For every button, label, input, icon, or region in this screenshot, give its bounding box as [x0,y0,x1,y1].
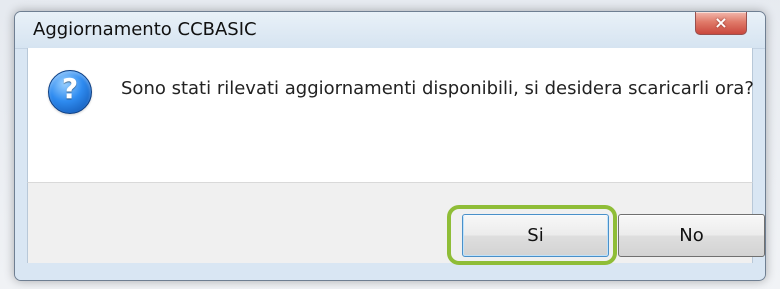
dialog-title: Aggiornamento CCBASIC [33,19,257,40]
question-icon [48,70,92,114]
close-icon: × [714,13,728,32]
message-panel [27,48,753,182]
bottom-frame [15,263,765,280]
no-button[interactable]: No [618,214,765,257]
yes-button[interactable]: Si [462,214,609,257]
message-text: Sono stati rilevati aggiornamenti dispon… [121,78,754,99]
close-button[interactable]: × [695,12,747,35]
title-bar: Aggiornamento CCBASIC × [15,12,765,49]
